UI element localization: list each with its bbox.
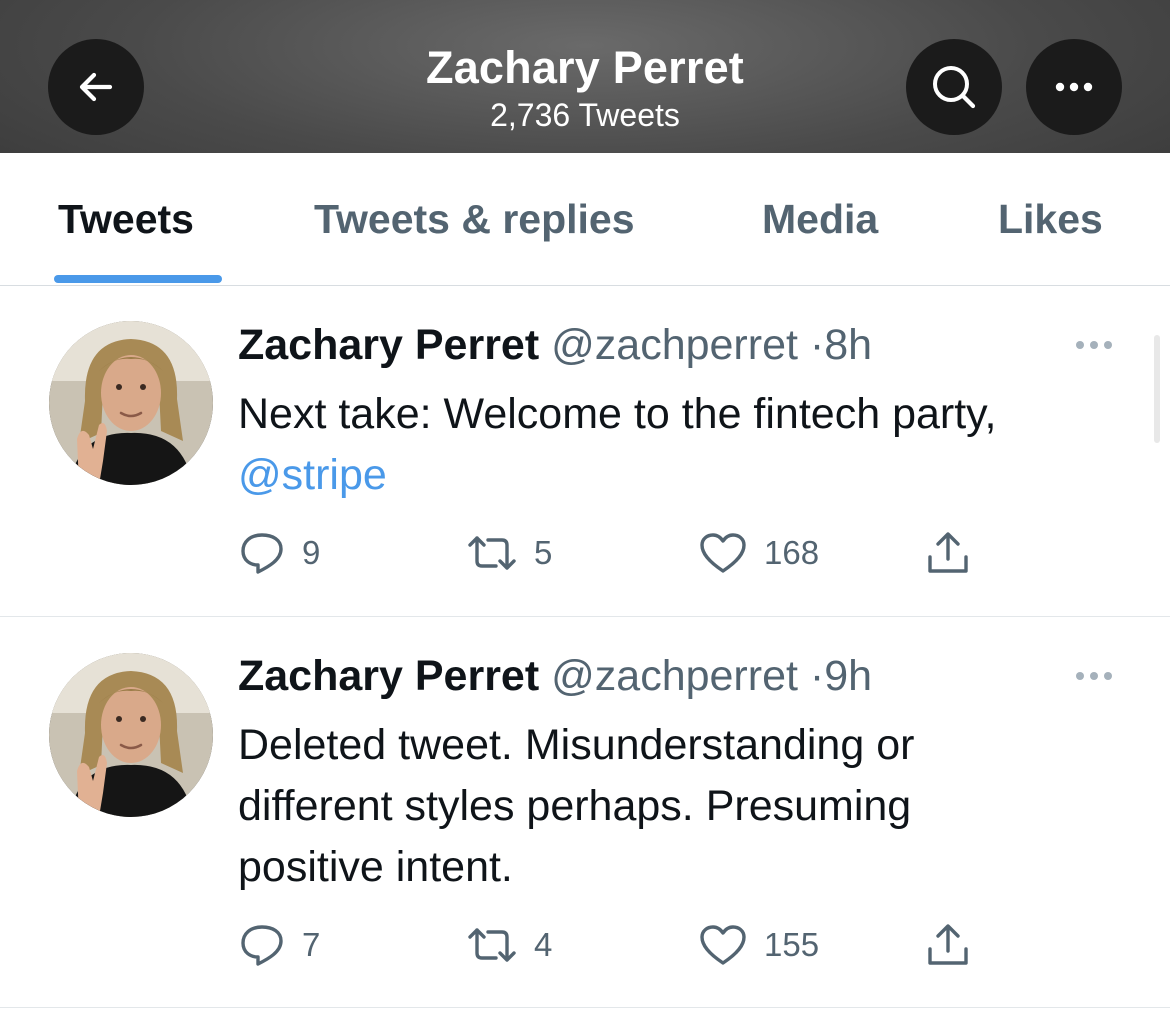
retweet-icon: [468, 536, 516, 570]
profile-photo: [49, 653, 213, 817]
search-button[interactable]: [906, 39, 1002, 135]
profile-tabs: Tweets Tweets & replies Media Likes: [0, 153, 1170, 286]
avatar[interactable]: [49, 321, 213, 485]
share-button[interactable]: [924, 920, 972, 970]
reply-count: 7: [302, 926, 321, 963]
tweet[interactable]: Zachary Perret @zachperret ·8h Next take…: [0, 286, 1170, 617]
tweet-actions: 9 5 168: [238, 528, 998, 578]
reply-count: 9: [302, 534, 321, 571]
search-icon: [933, 66, 976, 109]
retweet-count: 4: [534, 926, 553, 963]
scrollbar[interactable]: [1154, 335, 1160, 443]
tweet-author-name[interactable]: Zachary Perret: [238, 321, 539, 369]
tweet-body: Deleted tweet. Misunderstanding or diffe…: [238, 721, 915, 891]
tweet-text: Next take: Welcome to the fintech party,…: [238, 384, 1138, 506]
tab-likes[interactable]: Likes: [998, 196, 1103, 243]
retweet-count: 5: [534, 534, 553, 571]
tweet-author-handle[interactable]: @zachperret: [551, 321, 798, 369]
tweet-body: Next take: Welcome to the fintech party,: [238, 390, 997, 438]
mention-link[interactable]: @stripe: [238, 451, 387, 499]
tweet-more-button[interactable]: [1072, 669, 1116, 687]
ellipsis-icon: [1055, 82, 1093, 92]
share-button[interactable]: [924, 528, 972, 578]
tweet-actions: 7 4 155: [238, 920, 998, 970]
tab-media[interactable]: Media: [762, 196, 878, 243]
tweet-timestamp[interactable]: 9h: [824, 652, 872, 700]
tweet-author-handle[interactable]: @zachperret: [551, 652, 798, 700]
heart-icon: [700, 925, 746, 965]
profile-header: Zachary Perret 2,736 Tweets: [0, 0, 1170, 153]
separator-dot: ·: [809, 321, 825, 369]
more-options-button[interactable]: [1026, 39, 1122, 135]
separator-dot: ·: [809, 652, 825, 700]
retweet-button[interactable]: 5: [466, 528, 552, 578]
reply-icon: [241, 533, 283, 574]
like-count: 168: [764, 534, 820, 571]
reply-button[interactable]: 7: [238, 920, 320, 970]
tweet-more-button[interactable]: [1072, 338, 1116, 356]
retweet-button[interactable]: 4: [466, 920, 552, 970]
ellipsis-icon: [1076, 672, 1112, 680]
like-count: 155: [764, 926, 820, 963]
profile-photo: [49, 321, 213, 485]
tweet-header: Zachary Perret @zachperret ·8h: [238, 321, 872, 370]
retweet-icon: [468, 928, 516, 962]
reply-icon: [241, 925, 283, 966]
avatar[interactable]: [49, 653, 213, 817]
share-icon: [928, 924, 968, 965]
like-button[interactable]: 168: [698, 528, 819, 578]
share-icon: [928, 532, 968, 573]
tweet-author-name[interactable]: Zachary Perret: [238, 652, 539, 700]
tweet-text: Deleted tweet. Misunderstanding or diffe…: [238, 715, 1038, 898]
heart-icon: [700, 533, 746, 573]
reply-button[interactable]: 9: [238, 528, 320, 578]
ellipsis-icon: [1076, 341, 1112, 349]
tab-tweets-and-replies[interactable]: Tweets & replies: [314, 196, 635, 243]
active-tab-indicator: [54, 275, 222, 283]
like-button[interactable]: 155: [698, 920, 819, 970]
tweet-timestamp[interactable]: 8h: [824, 321, 872, 369]
tweet[interactable]: Zachary Perret @zachperret ·9h Deleted t…: [0, 617, 1170, 1008]
tab-tweets[interactable]: Tweets: [58, 196, 194, 243]
tweet-header: Zachary Perret @zachperret ·9h: [238, 652, 872, 701]
